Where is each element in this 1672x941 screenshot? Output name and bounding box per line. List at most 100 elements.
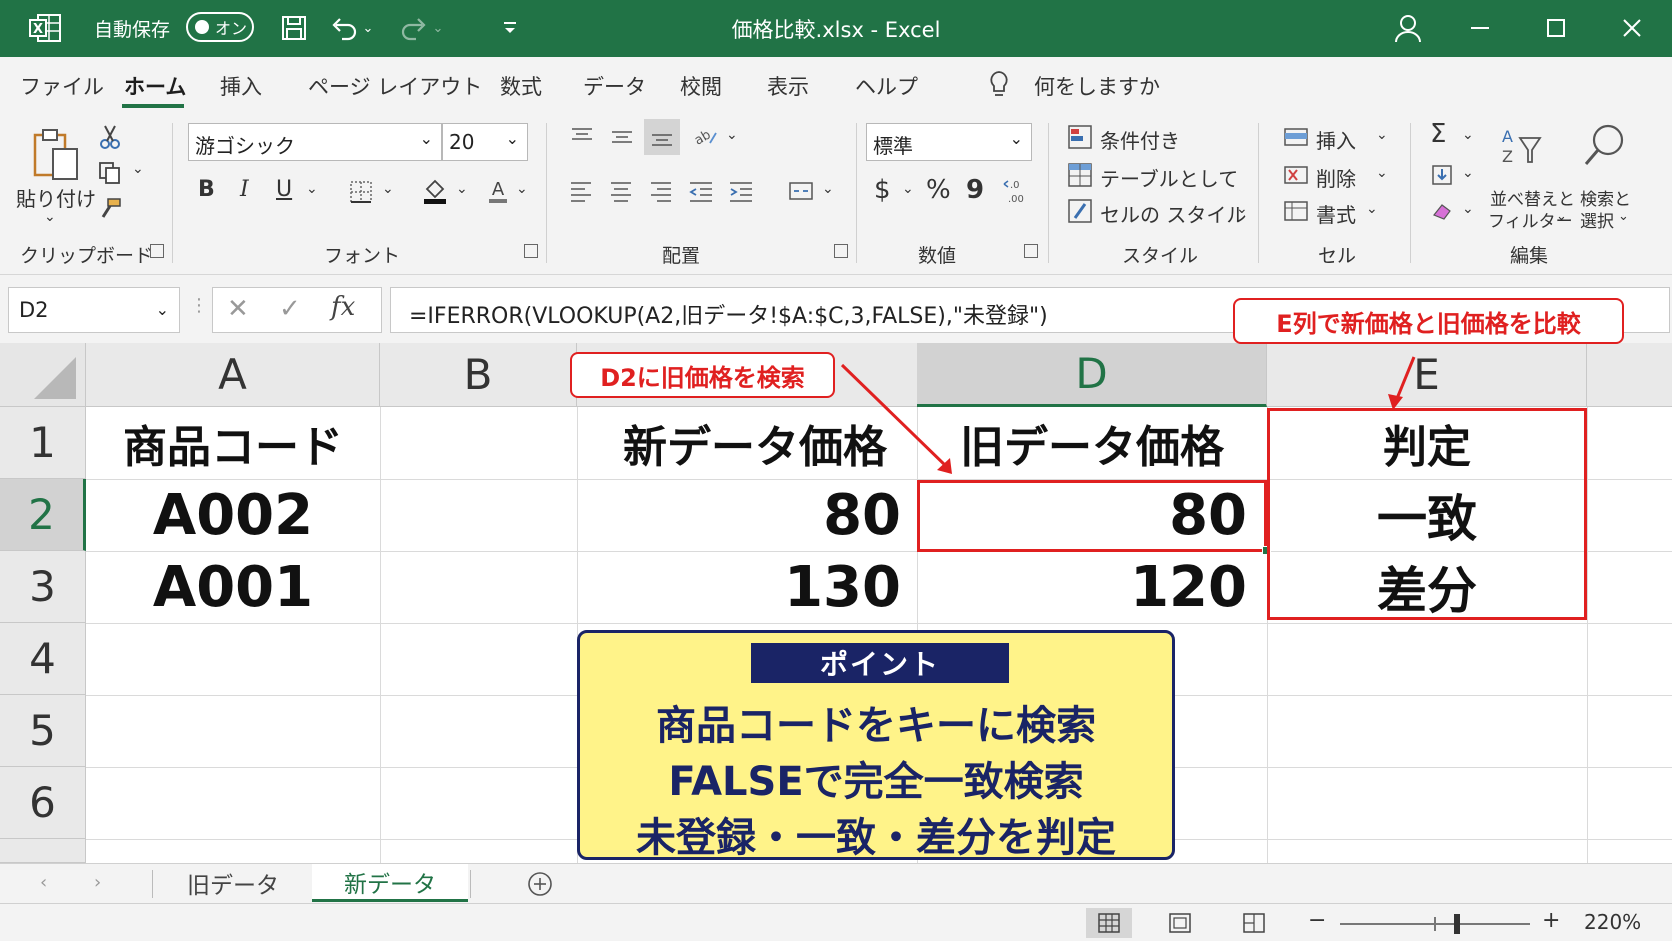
column-header-d[interactable]: D [917, 343, 1267, 407]
redo-dropdown-icon[interactable]: ⌄ [428, 12, 448, 44]
row-header-1[interactable]: 1 [0, 407, 86, 479]
cell-styles-dropdown-icon[interactable]: ⌄ [1236, 201, 1248, 217]
font-color-icon[interactable]: A [484, 175, 512, 207]
paste-button[interactable]: 貼り付け [16, 183, 96, 212]
decrease-indent-icon[interactable] [686, 177, 716, 205]
sheet-tab-new-data[interactable]: 新データ [312, 864, 468, 902]
confirm-entry-icon[interactable]: ✓ [279, 294, 301, 324]
tab-view[interactable]: 表示 [767, 71, 809, 101]
cell-c3[interactable]: 130 [577, 551, 917, 623]
select-all-button[interactable] [0, 343, 86, 407]
insert-cells-button[interactable]: 挿入 [1316, 125, 1356, 154]
save-icon[interactable] [278, 12, 310, 44]
autosum-dropdown-icon[interactable]: ⌄ [1462, 127, 1474, 143]
row-header-5[interactable]: 5 [0, 695, 86, 767]
delete-cells-icon[interactable] [1282, 161, 1310, 189]
column-header-b[interactable]: B [380, 343, 577, 407]
cell-c2[interactable]: 80 [577, 479, 917, 551]
alignment-launcher-icon[interactable] [834, 244, 848, 258]
font-size-select[interactable]: 20 ⌄ [442, 123, 528, 161]
find-select-label-2[interactable]: 選択 [1580, 207, 1614, 232]
row-header-2[interactable]: 2 [0, 479, 86, 551]
underline-dropdown-icon[interactable]: ⌄ [306, 181, 318, 197]
paste-icon[interactable] [28, 125, 84, 185]
align-right-icon[interactable] [646, 177, 676, 205]
increase-indent-icon[interactable] [726, 177, 756, 205]
format-dropdown-icon[interactable]: ⌄ [1366, 201, 1378, 217]
autosum-button[interactable]: Σ [1430, 119, 1446, 149]
align-left-icon[interactable] [566, 177, 596, 205]
tab-data[interactable]: データ [583, 71, 646, 101]
format-as-table-icon[interactable] [1066, 161, 1094, 189]
tab-insert[interactable]: 挿入 [220, 71, 262, 101]
cell-c1[interactable]: 新データ価格 [577, 407, 917, 479]
sheet-nav-prev-icon[interactable]: ‹ [40, 872, 47, 893]
page-layout-view-icon[interactable] [1162, 908, 1198, 938]
copy-icon[interactable] [96, 159, 124, 187]
borders-icon[interactable] [346, 177, 376, 207]
bold-button[interactable]: B [198, 177, 215, 202]
tab-file[interactable]: ファイル [20, 71, 104, 101]
cancel-entry-icon[interactable]: ✕ [227, 294, 249, 324]
align-top-icon[interactable] [568, 123, 596, 151]
percent-button[interactable]: % [926, 175, 951, 205]
fill-dropdown-icon[interactable]: ⌄ [1462, 165, 1474, 181]
column-header-f[interactable] [1587, 343, 1672, 407]
cell-d3[interactable]: 120 [917, 551, 1267, 623]
sheet-nav-next-icon[interactable]: › [94, 872, 101, 893]
row-header-4[interactable]: 4 [0, 623, 86, 695]
copy-dropdown-icon[interactable]: ⌄ [132, 161, 144, 177]
zoom-slider-thumb[interactable] [1454, 914, 1460, 934]
clear-icon[interactable] [1428, 197, 1456, 225]
undo-dropdown-icon[interactable]: ⌄ [358, 12, 378, 44]
account-icon[interactable] [1392, 12, 1424, 44]
find-select-dropdown-icon[interactable]: ⌄ [1618, 209, 1629, 224]
page-break-view-icon[interactable] [1236, 908, 1272, 938]
format-painter-icon[interactable] [96, 195, 124, 223]
cell-a3[interactable]: A001 [86, 551, 380, 623]
italic-button[interactable]: I [240, 177, 249, 202]
row-header-3[interactable]: 3 [0, 551, 86, 623]
row-header-6[interactable]: 6 [0, 767, 86, 839]
currency-button[interactable]: $ [874, 175, 891, 205]
format-cells-icon[interactable] [1282, 197, 1310, 225]
orientation-icon[interactable]: ab [690, 123, 720, 151]
zoom-in-icon[interactable]: + [1542, 908, 1560, 933]
cell-d1[interactable]: 旧データ価格 [917, 407, 1267, 479]
close-icon[interactable] [1616, 12, 1648, 44]
tab-page-layout[interactable]: ページ レイアウト [308, 71, 482, 101]
conditional-format-icon[interactable] [1066, 123, 1094, 151]
number-format-select[interactable]: 標準 ⌄ [866, 123, 1032, 161]
redo-icon[interactable] [398, 12, 430, 44]
tab-help[interactable]: ヘルプ [855, 71, 918, 101]
fill-color-dropdown-icon[interactable]: ⌄ [456, 181, 468, 197]
font-launcher-icon[interactable] [524, 244, 538, 258]
tell-me-search[interactable]: 何をしますか [1034, 71, 1160, 101]
column-header-e[interactable]: E [1267, 343, 1587, 407]
sheet-tab-old-data[interactable]: 旧データ [156, 864, 310, 902]
delete-dropdown-icon[interactable]: ⌄ [1376, 165, 1388, 181]
sort-filter-icon[interactable]: AZ [1498, 119, 1546, 175]
decimal-adjust-icon[interactable]: .0.00 [1000, 173, 1034, 209]
customize-toolbar-icon[interactable] [494, 12, 526, 44]
find-select-icon[interactable] [1578, 119, 1630, 175]
underline-button[interactable]: U [276, 177, 292, 202]
add-sheet-icon[interactable] [526, 870, 554, 898]
name-box[interactable]: D2 ⌄ [8, 287, 180, 333]
column-header-a[interactable]: A [86, 343, 380, 407]
paste-dropdown-icon[interactable]: ⌄ [44, 209, 56, 225]
clipboard-launcher-icon[interactable] [150, 244, 164, 258]
normal-view-icon[interactable] [1086, 908, 1132, 938]
align-middle-icon[interactable] [608, 123, 636, 151]
fill-color-icon[interactable] [420, 175, 450, 207]
tab-review[interactable]: 校閲 [680, 71, 722, 101]
merge-center-icon[interactable] [786, 177, 816, 205]
cell-a2[interactable]: A002 [86, 479, 380, 551]
insert-cells-icon[interactable] [1282, 123, 1310, 151]
cell-a1[interactable]: 商品コード [86, 407, 380, 479]
merge-dropdown-icon[interactable]: ⌄ [822, 181, 834, 197]
minimize-icon[interactable] [1464, 12, 1496, 44]
orientation-dropdown-icon[interactable]: ⌄ [726, 127, 738, 143]
row-header-7[interactable] [0, 839, 86, 863]
align-bottom-icon[interactable] [644, 119, 680, 155]
